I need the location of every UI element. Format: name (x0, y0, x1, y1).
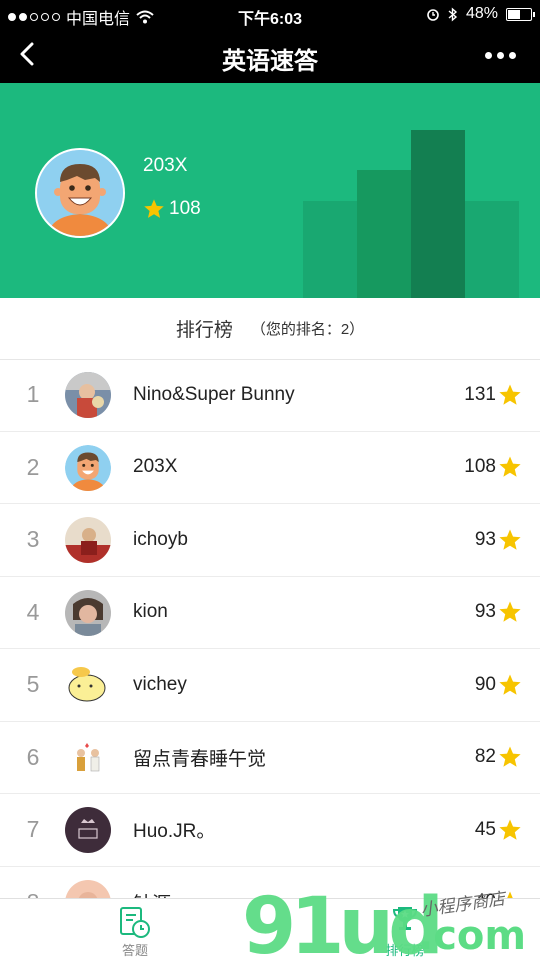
star-icon (499, 819, 521, 840)
player-score-value: 93 (474, 528, 496, 550)
player-score: 108 (464, 432, 522, 504)
rank-number: 2 (26, 453, 40, 480)
banner-bar-decoration (465, 201, 519, 298)
nav-bar: 英语速答 (0, 28, 540, 83)
list-item[interactable]: 3 ichoyb 93 (0, 504, 540, 577)
rank-number: 4 (26, 598, 40, 625)
ranking-header: 排行榜 （您的排名：2） (0, 298, 540, 360)
avatar (65, 444, 111, 491)
player-score-value: 45 (474, 818, 496, 840)
player-score: 131 (464, 359, 522, 431)
list-item[interactable]: 7 Huo.JR。 45 (0, 794, 540, 867)
star-icon (499, 456, 521, 477)
page-title: 英语速答 (222, 48, 318, 75)
battery-icon (506, 7, 535, 21)
player-name: vichey (133, 673, 187, 695)
watermark-domain: .com (418, 913, 527, 959)
more-menu-icon[interactable] (485, 52, 516, 59)
player-name: Nino&Super Bunny (133, 383, 295, 405)
avatar (65, 879, 111, 898)
rank-number: 8 (18, 867, 48, 898)
list-item[interactable]: 5 vichey 90 (0, 649, 540, 722)
avatar (65, 734, 111, 781)
list-item[interactable]: 1 Nino&Super Bunny 131 (0, 359, 540, 432)
battery-percent: 48% (465, 5, 498, 22)
my-rank-label: （您的排名：2） (250, 321, 365, 338)
banner-bar-decoration (357, 170, 413, 298)
player-score: 45 (475, 794, 522, 866)
player-name: 钟源 (133, 867, 171, 898)
ranking-title: 排行榜 (175, 320, 233, 341)
profile-banner: 203X 108 (0, 83, 540, 298)
star-icon (144, 199, 164, 218)
bluetooth-icon (448, 6, 458, 22)
player-score-value: 90 (474, 673, 496, 695)
status-bar: 中国电信 下午6:03 48% (0, 0, 540, 28)
user-name: 203X (143, 155, 188, 176)
star-icon (499, 529, 521, 550)
banner-bar-decoration (411, 130, 465, 298)
player-name: 203X (133, 456, 178, 478)
watermark-logo: 91ud (242, 882, 444, 972)
quiz-clock-icon (120, 907, 150, 938)
rank-number: 3 (26, 526, 40, 553)
player-name: kion (133, 601, 168, 623)
rank-number: 5 (26, 671, 40, 698)
star-icon (499, 746, 521, 767)
player-score: 90 (475, 649, 522, 721)
ranking-list: 1 Nino&Super Bunny 131 2 203X 108 3 icho… (0, 359, 540, 898)
tab-answer-label: 答题 (121, 943, 148, 958)
player-score-value: 108 (464, 456, 496, 478)
user-score-value: 108 (169, 198, 201, 219)
list-item[interactable]: 4 kion 93 (0, 577, 540, 649)
player-name: Huo.JR。 (133, 821, 216, 843)
player-score-value: 93 (474, 601, 496, 623)
avatar (65, 372, 111, 418)
list-item[interactable]: 2 203X 108 (0, 432, 540, 504)
player-score-value: 82 (474, 746, 496, 768)
player-score: 93 (475, 577, 522, 649)
avatar (65, 662, 111, 708)
avatar (65, 589, 111, 636)
star-icon (499, 384, 521, 405)
player-name: ichoyb (133, 528, 188, 550)
star-icon (499, 674, 521, 695)
player-score-value: 131 (464, 383, 496, 405)
avatar (65, 807, 111, 853)
player-score: 93 (475, 504, 522, 576)
rank-number: 6 (26, 743, 40, 770)
rank-number: 1 (26, 381, 40, 408)
user-avatar (35, 148, 125, 238)
avatar (65, 517, 111, 563)
list-item[interactable]: 6 留点青春睡午觉 82 (0, 722, 540, 794)
player-score: 82 (475, 722, 522, 794)
rank-number: 7 (26, 816, 40, 843)
star-icon (499, 601, 521, 622)
tab-answer[interactable]: 答题 (75, 899, 195, 961)
user-score: 108 (143, 198, 201, 220)
banner-bar-decoration (303, 201, 359, 298)
player-name: 留点青春睡午觉 (133, 748, 267, 770)
alarm-icon (427, 9, 439, 21)
